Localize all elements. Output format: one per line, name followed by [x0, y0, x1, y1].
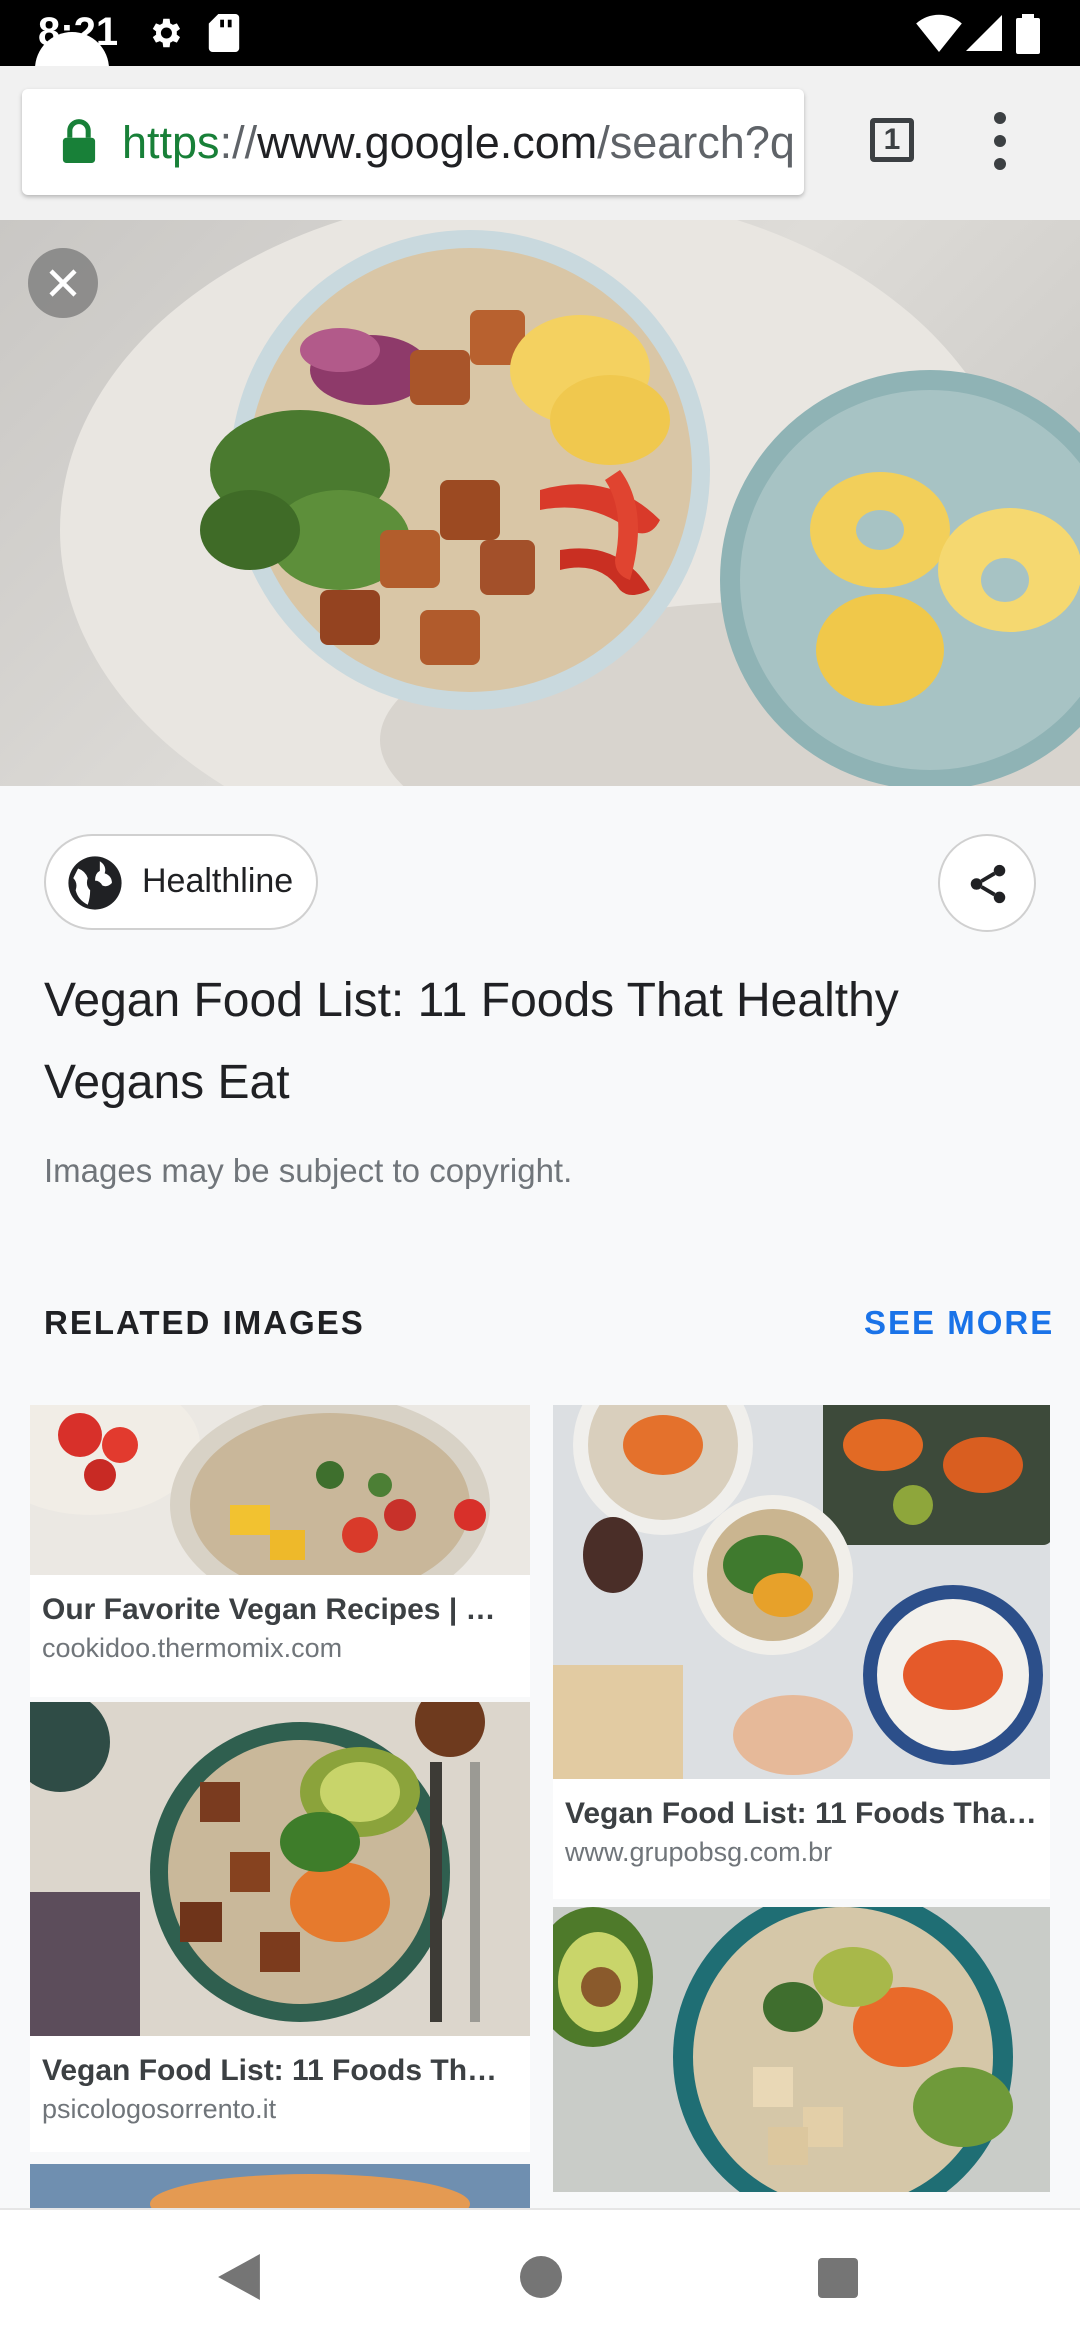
share-icon	[970, 864, 1006, 904]
related-card[interactable]	[30, 2164, 530, 2214]
lock-icon	[62, 119, 96, 163]
copyright-notice: Images may be subject to copyright.	[44, 1152, 573, 1189]
tab-switcher-button[interactable]: 1	[870, 118, 914, 162]
url-host: www.google.com	[257, 117, 598, 168]
related-card[interactable]: Vegan Food List: 11 Foods That ... www.g…	[553, 1405, 1050, 1899]
globe-icon	[68, 856, 122, 910]
wifi-icon	[916, 14, 962, 52]
url-separator: ://	[219, 117, 258, 168]
related-card[interactable]: Our Favorite Vegan Recipes | Co... cooki…	[30, 1405, 530, 1697]
source-label: Healthline	[142, 862, 294, 900]
close-icon	[49, 269, 77, 297]
url-text[interactable]: https://www.google.com/search?q	[122, 117, 795, 169]
result-title[interactable]: Vegan Food List: 11 Foods That Healthy V…	[44, 960, 1034, 1124]
related-thumbnail	[30, 1702, 530, 2036]
see-more-link[interactable]: SEE MORE	[864, 1304, 1054, 1342]
sd-card-icon	[208, 14, 240, 52]
cell-signal-icon	[966, 15, 1002, 51]
hero-image[interactable]	[0, 220, 1080, 786]
system-nav-bar	[0, 2208, 1080, 2342]
related-site: psicologosorrento.it	[42, 2094, 277, 2124]
related-site: www.grupobsg.com.br	[565, 1837, 833, 1867]
related-thumbnail	[30, 1405, 530, 1615]
related-images-heading: RELATED IMAGES	[44, 1304, 365, 1341]
share-button[interactable]	[938, 834, 1036, 932]
status-bar: 8:21	[0, 0, 1080, 106]
url-path: /search?q	[597, 117, 795, 168]
related-title: Vegan Food List: 11 Foods That ...	[565, 1797, 1037, 1830]
url-scheme: https	[122, 117, 220, 168]
settings-gear-icon	[152, 18, 181, 48]
related-title: Our Favorite Vegan Recipes | Co...	[42, 1593, 512, 1626]
back-icon[interactable]	[218, 2254, 260, 2300]
battery-icon	[1016, 14, 1040, 54]
related-title: Vegan Food List: 11 Foods That ...	[42, 2054, 512, 2087]
overflow-menu-icon[interactable]	[992, 112, 1008, 176]
related-site: cookidoo.thermomix.com	[42, 1633, 343, 1663]
related-thumbnail	[553, 1405, 1050, 1779]
source-chip[interactable]: Healthline	[44, 834, 318, 930]
recents-icon[interactable]	[818, 2258, 858, 2298]
food-bowl-illustration	[60, 220, 1080, 786]
related-thumbnail	[30, 2164, 530, 2214]
related-card[interactable]	[553, 1907, 1050, 2192]
related-thumbnail	[553, 1907, 1050, 2192]
url-bar[interactable]: https://www.google.com/search?q	[22, 89, 804, 195]
close-preview-button[interactable]	[28, 248, 98, 318]
home-icon[interactable]	[520, 2256, 562, 2298]
related-card[interactable]: Vegan Food List: 11 Foods That ... psico…	[30, 1702, 530, 2152]
